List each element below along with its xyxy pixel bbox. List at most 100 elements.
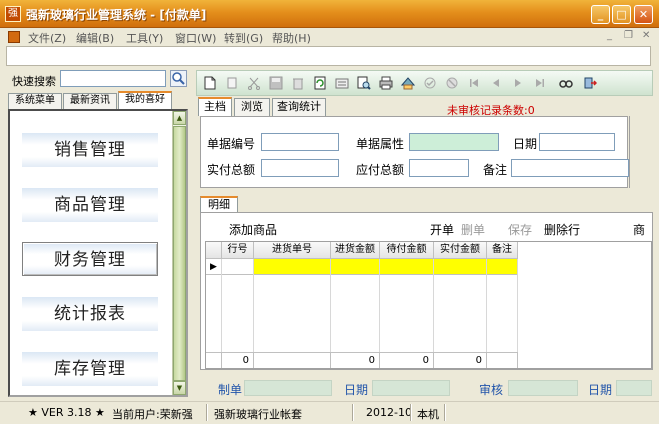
tab-query-stats[interactable]: 查询统计 bbox=[272, 98, 326, 116]
preview-icon[interactable] bbox=[357, 76, 371, 90]
search-icon[interactable] bbox=[170, 70, 187, 87]
payable-total-input[interactable] bbox=[409, 159, 469, 177]
menu-help[interactable]: 帮助(H) bbox=[272, 30, 311, 46]
list-icon[interactable] bbox=[335, 76, 349, 90]
location-text: 本机 bbox=[417, 408, 439, 421]
export-icon[interactable] bbox=[401, 76, 415, 90]
cell-paid-amount[interactable] bbox=[434, 259, 487, 275]
last-record-icon[interactable] bbox=[533, 76, 547, 90]
menu-edit[interactable]: 编辑(B) bbox=[76, 30, 114, 46]
quick-search-input[interactable] bbox=[60, 70, 166, 87]
menubar: 文件(Z) 编辑(B) 工具(Y) 窗口(W) 转到(G) 帮助(H) _ ❐ … bbox=[0, 28, 659, 46]
grid-corner bbox=[206, 242, 222, 259]
tab-system-menu[interactable]: 系统菜单 bbox=[8, 93, 62, 109]
make-date-field bbox=[372, 380, 450, 396]
maximize-button[interactable]: □ bbox=[612, 5, 631, 24]
approve-icon[interactable] bbox=[423, 76, 437, 90]
close-button[interactable]: ✕ bbox=[634, 5, 653, 24]
right-panel: 主档 浏览 查询统计 未审核记录条数:0 单据编号 单据属性 日期 实付总额 应… bbox=[196, 68, 653, 400]
totals-marker bbox=[206, 352, 222, 368]
open-doc-button[interactable]: 开单 bbox=[430, 221, 454, 238]
doc-attr-label: 单据属性 bbox=[356, 137, 405, 151]
print-icon[interactable] bbox=[379, 76, 393, 90]
prev-record-icon[interactable] bbox=[489, 76, 503, 90]
copy-icon[interactable] bbox=[225, 76, 239, 90]
window-titlebar[interactable]: 强 强新玻璃行业管理系统 - [付款单] _ □ ✕ bbox=[0, 0, 659, 28]
mdi-close-button[interactable]: ✕ bbox=[642, 30, 650, 41]
col-header-remark[interactable]: 备注 bbox=[487, 242, 518, 259]
doc-attr-input[interactable] bbox=[409, 133, 499, 151]
cell-row-no[interactable] bbox=[222, 259, 254, 275]
new-doc-icon[interactable] bbox=[203, 76, 217, 90]
col-header-purchase-amount[interactable]: 进货金额 bbox=[331, 242, 380, 259]
nav-item-reports[interactable]: 统计报表 bbox=[22, 297, 158, 331]
tab-detail[interactable]: 明细 bbox=[200, 196, 238, 212]
mdi-minimize-button[interactable]: _ bbox=[607, 30, 612, 41]
mdi-restore-button[interactable]: ❐ bbox=[624, 30, 633, 41]
cut-icon[interactable] bbox=[247, 76, 261, 90]
doc-no-input[interactable] bbox=[261, 133, 339, 151]
find-icon[interactable] bbox=[559, 76, 573, 90]
next-record-icon[interactable] bbox=[511, 76, 525, 90]
nav-item-inventory[interactable]: 库存管理 bbox=[22, 352, 158, 386]
statusbar: ★ VER 3.18 ★ 当前用户:荣新强 强新玻璃行业帐套 2012-10 本… bbox=[0, 401, 659, 424]
version-text: ★ VER 3.18 ★ bbox=[28, 406, 105, 419]
nav-scrollbar[interactable]: ▲ ▼ bbox=[172, 111, 186, 395]
date-label: 日期 bbox=[513, 137, 538, 151]
detail-grid[interactable]: 行号 进货单号 进货金额 待付金额 实付金额 备注 ▶ 0 0 0 0 bbox=[205, 241, 652, 369]
total-row-no: 0 bbox=[222, 352, 254, 368]
menu-window[interactable]: 窗口(W) bbox=[175, 30, 216, 46]
delete-doc-button[interactable]: 删单 bbox=[461, 221, 485, 238]
nav-item-sales[interactable]: 销售管理 bbox=[22, 133, 158, 167]
col-header-paid-amount[interactable]: 实付金额 bbox=[434, 242, 487, 259]
unapprove-icon[interactable] bbox=[445, 76, 459, 90]
audit-label: 审核 bbox=[479, 383, 504, 397]
menu-tools[interactable]: 工具(Y) bbox=[126, 30, 163, 46]
scroll-thumb[interactable] bbox=[173, 126, 186, 381]
app-logo-icon: 强 bbox=[5, 6, 21, 22]
save-button[interactable]: 保存 bbox=[508, 221, 532, 238]
detail-tabbar: 明细 bbox=[200, 196, 653, 212]
mdi-document-icon[interactable] bbox=[8, 31, 20, 43]
extra-action-button[interactable]: 商 bbox=[633, 221, 645, 238]
cell-remark[interactable] bbox=[487, 259, 518, 275]
tab-latest-news[interactable]: 最新资讯 bbox=[63, 93, 117, 109]
remark-input[interactable] bbox=[511, 159, 629, 177]
exit-icon[interactable] bbox=[583, 76, 597, 90]
toolbar bbox=[196, 70, 653, 96]
cell-pending-amount[interactable] bbox=[380, 259, 434, 275]
add-item-button[interactable]: 添加商品 bbox=[229, 221, 277, 238]
tab-browse[interactable]: 浏览 bbox=[234, 98, 270, 116]
save-icon[interactable] bbox=[269, 76, 283, 90]
current-user-text: 当前用户:荣新强 bbox=[112, 408, 193, 421]
nav-item-finance[interactable]: 财务管理 bbox=[22, 242, 158, 276]
maker-field bbox=[244, 380, 332, 396]
delete-icon[interactable] bbox=[291, 76, 305, 90]
left-panel: 快速搜索 系统菜单 最新资讯 我的喜好 销售管理 商品管理 财务管理 统计报表 … bbox=[6, 68, 190, 400]
nav-list: 销售管理 商品管理 财务管理 统计报表 库存管理 ▲ ▼ bbox=[8, 109, 188, 397]
first-record-icon[interactable] bbox=[467, 76, 481, 90]
menu-goto[interactable]: 转到(G) bbox=[224, 30, 263, 46]
paid-total-input[interactable] bbox=[261, 159, 339, 177]
scroll-up-icon[interactable]: ▲ bbox=[173, 111, 186, 125]
col-header-row-no[interactable]: 行号 bbox=[222, 242, 254, 259]
account-set-text: 强新玻璃行业帐套 bbox=[214, 408, 302, 421]
quick-bar bbox=[6, 46, 651, 66]
maker-label: 制单 bbox=[218, 383, 243, 397]
tab-master[interactable]: 主档 bbox=[198, 97, 232, 116]
col-header-purchase-no[interactable]: 进货单号 bbox=[254, 242, 331, 259]
refresh-icon[interactable] bbox=[313, 76, 327, 90]
tab-my-favorites[interactable]: 我的喜好 bbox=[118, 91, 172, 109]
delete-row-button[interactable]: 删除行 bbox=[544, 221, 580, 238]
nav-item-goods[interactable]: 商品管理 bbox=[22, 188, 158, 222]
scroll-down-icon[interactable]: ▼ bbox=[173, 381, 186, 395]
paid-total-label: 实付总额 bbox=[207, 163, 256, 177]
cell-purchase-amount[interactable] bbox=[331, 259, 380, 275]
cell-purchase-no[interactable] bbox=[254, 259, 331, 275]
col-header-pending-amount[interactable]: 待付金额 bbox=[380, 242, 434, 259]
total-pending-amount: 0 bbox=[380, 352, 434, 368]
menu-file[interactable]: 文件(Z) bbox=[28, 30, 66, 46]
master-form: 单据编号 单据属性 日期 实付总额 应付总额 备注 bbox=[200, 116, 630, 188]
date-input[interactable] bbox=[539, 133, 615, 151]
minimize-button[interactable]: _ bbox=[591, 5, 610, 24]
